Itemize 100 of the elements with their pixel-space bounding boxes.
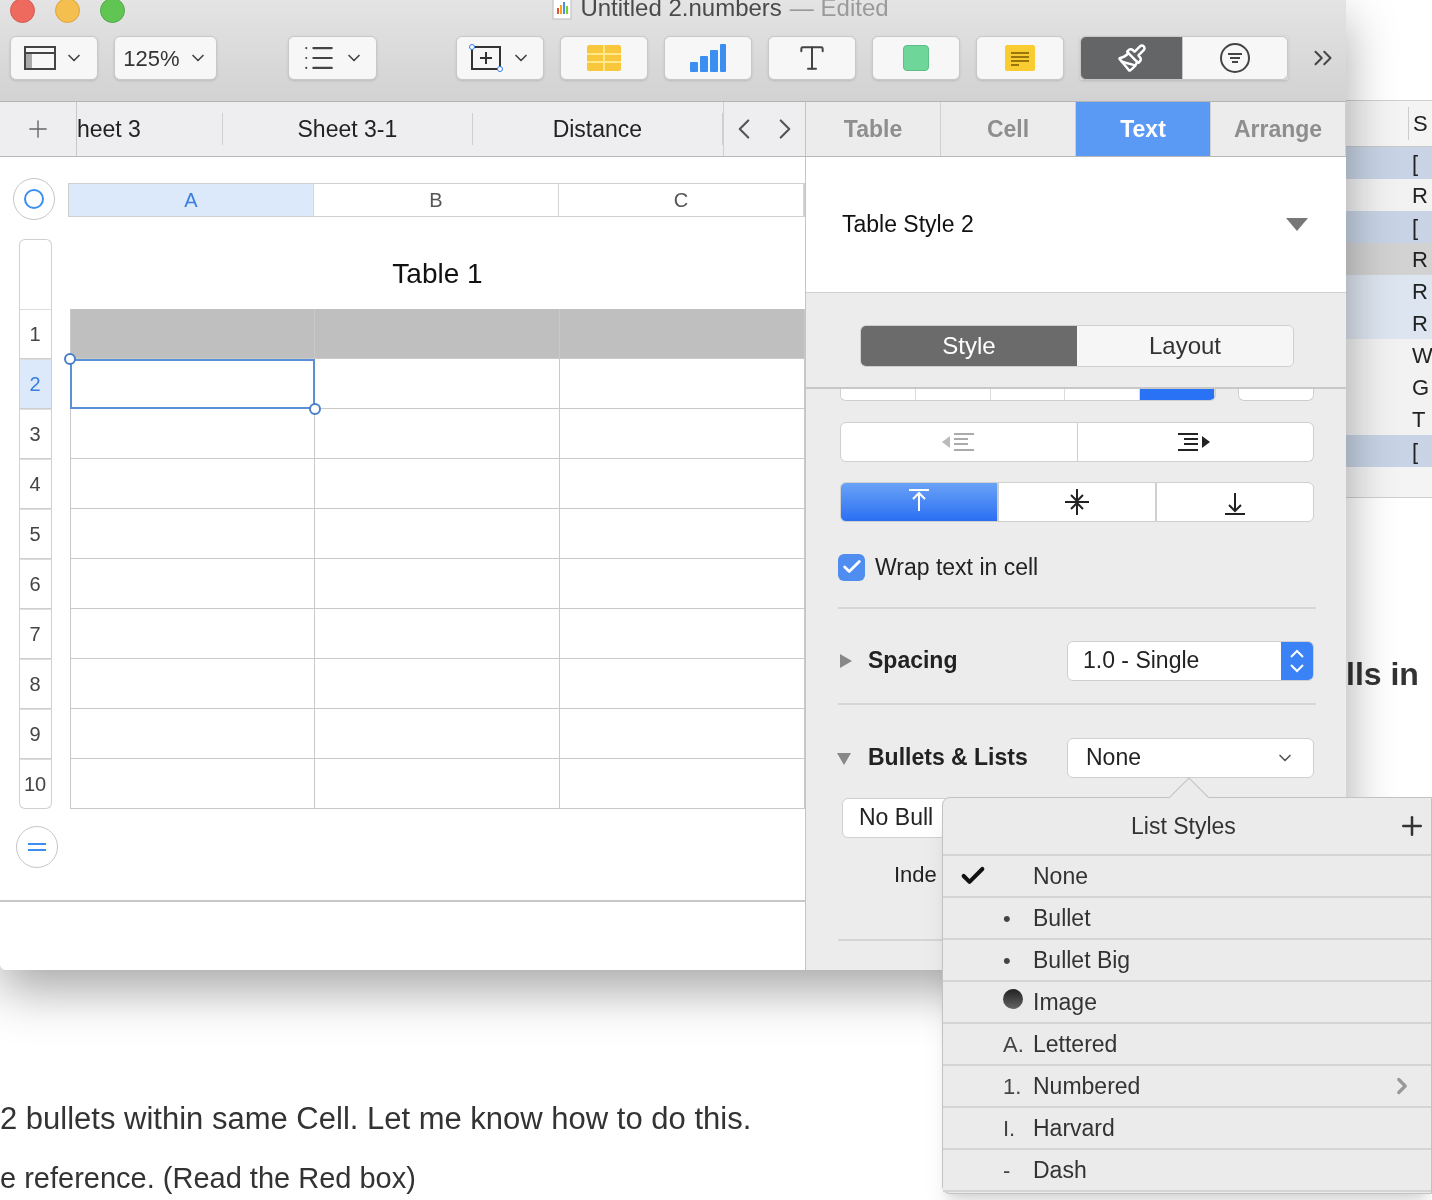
- table-cell[interactable]: [315, 609, 560, 659]
- spacing-select[interactable]: 1.0 - Single: [1067, 640, 1314, 681]
- alignment-menu-button[interactable]: [1238, 389, 1314, 401]
- row-header[interactable]: 3: [18, 409, 52, 459]
- strip-row: [: [1346, 435, 1432, 467]
- table-cell[interactable]: [560, 309, 805, 359]
- format-button[interactable]: [1080, 36, 1183, 80]
- list-style-label: Bullet Big: [1033, 945, 1131, 975]
- table-cell[interactable]: [560, 659, 805, 709]
- list-style-label: Dash: [1033, 1155, 1087, 1185]
- list-style-item[interactable]: I. Harvard: [943, 1108, 1431, 1150]
- list-style-item[interactable]: - Dash: [943, 1150, 1431, 1192]
- row-header[interactable]: 1: [18, 309, 52, 359]
- table-style-label: Table Style 2: [842, 210, 974, 240]
- list-style-item[interactable]: None: [943, 856, 1431, 898]
- strip-row: [: [1346, 211, 1432, 243]
- close-window-button[interactable]: [10, 0, 35, 23]
- table-cell[interactable]: [560, 609, 805, 659]
- table-cell[interactable]: [70, 409, 315, 459]
- table-cell[interactable]: [70, 659, 315, 709]
- chart-button[interactable]: [664, 36, 752, 80]
- table-cell[interactable]: [560, 459, 805, 509]
- table-cell[interactable]: [560, 409, 805, 459]
- minimize-window-button[interactable]: [55, 0, 80, 23]
- strip-row: [: [1346, 147, 1432, 179]
- row-header[interactable]: 4: [18, 459, 52, 509]
- zoom-window-button[interactable]: [100, 0, 125, 23]
- decrease-indent-button[interactable]: [840, 422, 1078, 462]
- insert-button[interactable]: [456, 36, 544, 80]
- round-bullet-icon: [1003, 989, 1023, 1009]
- segment-tab[interactable]: Layout: [1077, 326, 1293, 366]
- sheet-tab[interactable]: Sheet 3-1: [297, 111, 398, 147]
- increase-indent-button[interactable]: [1077, 422, 1314, 462]
- filter-icon: [1219, 42, 1251, 74]
- list-marker: •: [1003, 904, 1011, 933]
- list-style-item[interactable]: 1. Numbered: [943, 1066, 1431, 1108]
- row-header[interactable]: 7: [18, 609, 52, 659]
- shape-button[interactable]: [872, 36, 960, 80]
- list-style-item[interactable]: A. Lettered: [943, 1024, 1431, 1066]
- alignment-segment[interactable]: [841, 389, 916, 400]
- table-cell[interactable]: [315, 709, 560, 759]
- table-cell[interactable]: [315, 309, 560, 359]
- row-header[interactable]: 9: [18, 709, 52, 759]
- list-style-select[interactable]: None: [1067, 737, 1314, 778]
- list-style-item[interactable]: • Bullet Big: [943, 940, 1431, 982]
- row-header[interactable]: 8: [18, 659, 52, 709]
- table-cell[interactable]: [315, 509, 560, 559]
- organize-button[interactable]: [1183, 36, 1288, 80]
- alignment-segment[interactable]: [1140, 389, 1215, 400]
- align-middle-icon: [1063, 488, 1091, 516]
- list-button[interactable]: [288, 36, 377, 80]
- list-style-label: Lettered: [1033, 1029, 1118, 1059]
- dropdown-triangle-icon[interactable]: [1286, 217, 1308, 232]
- table-cell[interactable]: [560, 359, 805, 409]
- comment-button[interactable]: [976, 36, 1064, 80]
- zoom-button[interactable]: 125%: [114, 36, 217, 80]
- table-cell[interactable]: [70, 559, 315, 609]
- strip-row: R: [1346, 307, 1432, 339]
- table-cell[interactable]: [70, 509, 315, 559]
- view-button[interactable]: [10, 36, 98, 80]
- table-cell[interactable]: [70, 709, 315, 759]
- table-cell[interactable]: [315, 559, 560, 609]
- row-header[interactable]: 5: [18, 509, 52, 559]
- table-cell[interactable]: [560, 759, 805, 809]
- table-cell[interactable]: [70, 759, 315, 809]
- text-button[interactable]: [768, 36, 856, 80]
- disclosure-triangle-icon[interactable]: [838, 652, 854, 669]
- outdent-icon: [941, 432, 976, 452]
- table-button[interactable]: [560, 36, 648, 80]
- table-cell[interactable]: [70, 309, 315, 359]
- table-cell[interactable]: [70, 609, 315, 659]
- sheet-tab[interactable]: heet 3: [76, 111, 141, 147]
- list-marker: I.: [1003, 1114, 1016, 1143]
- table-cell[interactable]: [315, 409, 560, 459]
- list-style-label: Harvard: [1033, 1113, 1115, 1143]
- table-cell[interactable]: [315, 459, 560, 509]
- table-cell[interactable]: [315, 659, 560, 709]
- sheet-tab[interactable]: Distance: [552, 111, 643, 147]
- wrap-checkbox[interactable]: [838, 553, 865, 581]
- list-marker: •: [1003, 946, 1011, 975]
- selected-cell[interactable]: [70, 359, 315, 409]
- list-style-item[interactable]: Image: [943, 982, 1431, 1024]
- segment-tab[interactable]: Style: [861, 326, 1077, 366]
- column-letter: S: [1408, 107, 1428, 140]
- table-cell[interactable]: [560, 559, 805, 609]
- table-cell[interactable]: [560, 709, 805, 759]
- strip-row: R: [1346, 243, 1432, 275]
- list-style-item[interactable]: • Bullet: [943, 898, 1431, 940]
- table-cell[interactable]: [315, 759, 560, 809]
- table-cell[interactable]: [560, 509, 805, 559]
- row-header[interactable]: 10: [18, 759, 52, 809]
- selection-handle[interactable]: [64, 353, 76, 365]
- list-marker: 1.: [1003, 1072, 1022, 1101]
- vertical-align-button[interactable]: [998, 482, 1156, 522]
- table-cell[interactable]: [70, 459, 315, 509]
- popover-title: List Styles: [1131, 811, 1236, 841]
- equals-icon: [27, 842, 47, 852]
- stepper-icon: [1289, 647, 1305, 674]
- row-header[interactable]: 6: [18, 559, 52, 609]
- section-label: Bullets & Lists: [868, 743, 1028, 773]
